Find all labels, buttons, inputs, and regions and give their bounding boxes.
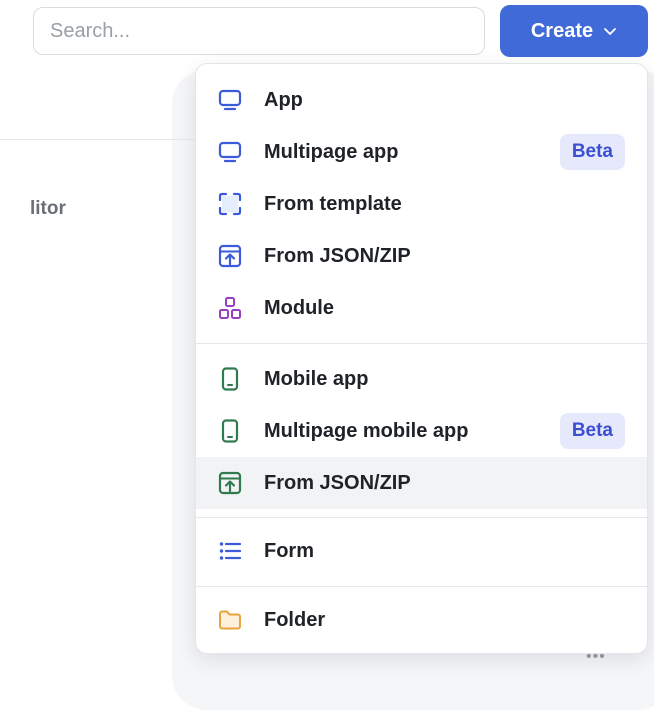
upload-box-icon	[217, 470, 243, 496]
menu-item-mobile-app[interactable]: Mobile app	[196, 353, 647, 405]
menu-item-label: Folder	[264, 608, 326, 631]
menu-item-form[interactable]: Form	[196, 525, 647, 577]
create-dropdown-menu: App Multipage app Beta From template Fro…	[195, 63, 648, 654]
menu-item-label: Multipage mobile app	[264, 419, 469, 442]
create-button-label: Create	[530, 19, 594, 42]
folder-icon	[217, 607, 243, 633]
menu-item-mobile-from-json-zip[interactable]: From JSON/ZIP	[196, 457, 647, 509]
upload-box-icon	[217, 243, 243, 269]
list-icon	[217, 538, 243, 564]
menu-item-label: Form	[264, 539, 314, 562]
menu-item-label: From JSON/ZIP	[264, 471, 411, 494]
search-input[interactable]	[33, 7, 485, 55]
menu-item-multipage-mobile-app[interactable]: Multipage mobile app Beta	[196, 405, 647, 457]
create-button[interactable]: Create	[500, 5, 648, 57]
mobile-icon	[217, 418, 243, 444]
menu-item-label: From template	[264, 192, 402, 215]
background-partial-text: litor	[30, 198, 66, 219]
monitor-icon	[217, 139, 243, 165]
menu-item-label: From JSON/ZIP	[264, 244, 411, 267]
template-frame-icon	[217, 191, 243, 217]
monitor-icon	[217, 87, 243, 113]
menu-item-folder[interactable]: Folder	[196, 594, 647, 646]
menu-item-module[interactable]: Module	[196, 282, 647, 334]
menu-item-multipage-app[interactable]: Multipage app Beta	[196, 126, 647, 178]
menu-item-app[interactable]: App	[196, 74, 647, 126]
menu-item-label: Multipage app	[264, 140, 399, 163]
background-divider	[0, 139, 195, 140]
beta-badge: Beta	[559, 134, 625, 170]
menu-item-label: Module	[264, 296, 334, 319]
beta-badge: Beta	[559, 413, 625, 449]
menu-divider	[196, 586, 647, 587]
menu-item-from-json-zip[interactable]: From JSON/ZIP	[196, 230, 647, 282]
module-icon	[217, 295, 243, 321]
menu-divider	[196, 517, 647, 518]
mobile-icon	[217, 366, 243, 392]
menu-item-from-template[interactable]: From template	[196, 178, 647, 230]
chevron-down-icon	[604, 28, 617, 35]
menu-item-label: Mobile app	[264, 367, 369, 390]
menu-item-label: App	[264, 88, 303, 111]
menu-divider	[196, 343, 647, 344]
